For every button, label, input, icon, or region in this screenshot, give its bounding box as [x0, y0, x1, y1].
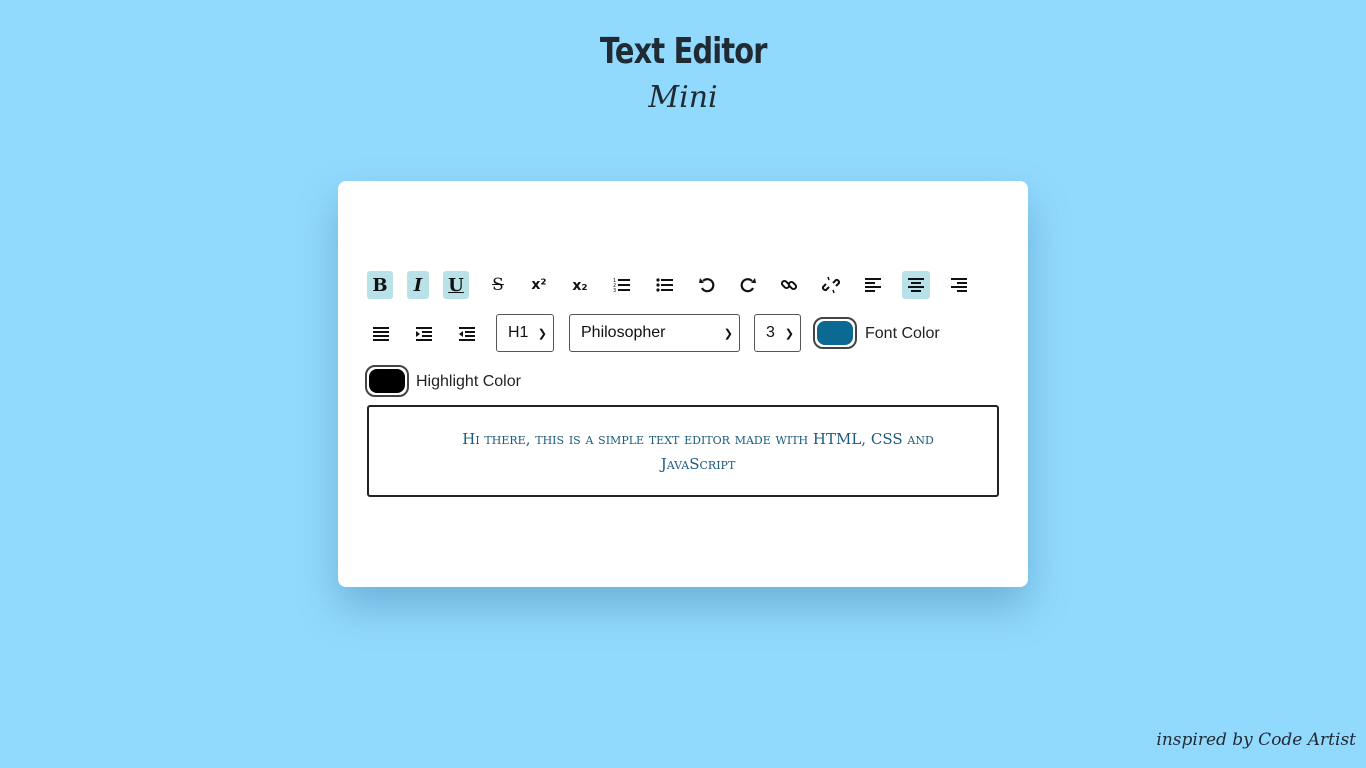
italic-icon: I [413, 274, 423, 296]
font-select[interactable]: Philosopher ❯ [569, 314, 740, 352]
chevron-down-icon: ❯ [537, 327, 547, 340]
unordered-list-button[interactable] [652, 271, 678, 299]
chevron-down-icon: ❯ [784, 327, 794, 340]
redo-icon [740, 278, 756, 293]
indent-button[interactable] [411, 320, 437, 348]
font-select-value: Philosopher [581, 324, 666, 341]
bold-icon: B [372, 274, 388, 296]
superscript-button[interactable]: x² [526, 271, 552, 299]
highlight-color-label: Highlight Color [416, 373, 521, 390]
undo-icon [699, 278, 715, 293]
underline-icon: U [448, 274, 464, 296]
editor-text: Hi there, this is a simple text editor m… [462, 430, 934, 473]
editor-card: B I U S x² x₂ 1 2 3 H1 ❯ Philosopher ❯ 3… [338, 181, 1028, 587]
align-center-button[interactable] [902, 271, 930, 299]
outdent-icon [459, 327, 475, 341]
font-color-swatch [817, 321, 853, 345]
credit-text: inspired by Code Artist [1156, 730, 1356, 750]
highlight-color-picker[interactable] [365, 365, 409, 397]
underline-button[interactable]: U [443, 271, 469, 299]
strikethrough-button[interactable]: S [485, 271, 511, 299]
font-color-label: Font Color [865, 325, 940, 342]
size-select[interactable]: 3 ❯ [754, 314, 801, 352]
subscript-button[interactable]: x₂ [567, 272, 593, 300]
undo-button[interactable] [694, 271, 720, 299]
chevron-down-icon: ❯ [723, 327, 733, 340]
align-left-button[interactable] [860, 271, 886, 299]
unlink-icon [822, 276, 840, 294]
align-right-icon [951, 278, 967, 292]
heading-select-value: H1 [508, 324, 529, 341]
bold-button[interactable]: B [367, 271, 393, 299]
align-left-icon [865, 278, 881, 292]
page-title: Text Editor [599, 31, 768, 72]
strikethrough-icon: S [492, 275, 504, 295]
heading-select[interactable]: H1 ❯ [496, 314, 554, 352]
page-subtitle: Mini [648, 80, 718, 115]
subscript-icon: x₂ [572, 278, 588, 294]
page-header: Text Editor Mini [0, 28, 1366, 118]
svg-text:3: 3 [613, 288, 616, 294]
superscript-icon: x² [531, 277, 547, 293]
editor-content-area[interactable]: Hi there, this is a simple text editor m… [367, 405, 999, 497]
redo-button[interactable] [735, 271, 761, 299]
ordered-list-button[interactable]: 1 2 3 [609, 271, 635, 299]
indent-icon [416, 327, 432, 341]
align-justify-icon [373, 327, 389, 341]
font-color-picker[interactable] [813, 317, 857, 349]
ordered-list-icon: 1 2 3 [613, 278, 630, 294]
link-button[interactable] [776, 271, 802, 299]
highlight-color-swatch [369, 369, 405, 393]
outdent-button[interactable] [454, 320, 480, 348]
link-icon [780, 279, 798, 291]
unlink-button[interactable] [818, 271, 844, 299]
italic-button[interactable]: I [407, 271, 429, 299]
justify-button[interactable] [368, 320, 394, 348]
align-center-icon [908, 278, 924, 292]
align-right-button[interactable] [946, 271, 972, 299]
size-select-value: 3 [766, 324, 775, 341]
unordered-list-icon [656, 278, 673, 292]
